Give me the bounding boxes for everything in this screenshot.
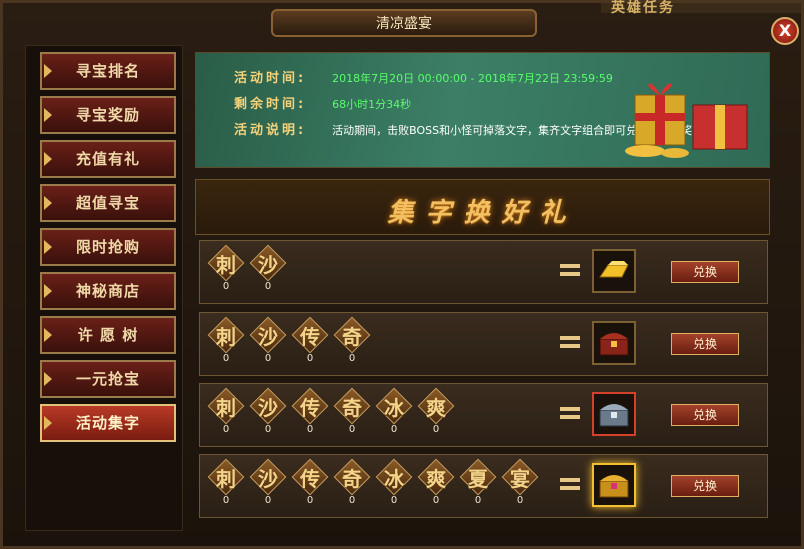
- exchange-button[interactable]: 兑换: [671, 475, 739, 497]
- exchange-row: 刺0 沙0 兑换: [199, 240, 768, 304]
- exchange-row: 刺0 沙0 传0 奇0 兑换: [199, 312, 768, 376]
- exchange-row: 刺0 沙0 传0 奇0 冰0 爽0 兑换: [199, 383, 768, 447]
- equals-icon: [560, 335, 580, 349]
- sidebar-item-flash-sale[interactable]: 限时抢购: [40, 228, 176, 266]
- remaining-time-row: 剩余时间: 68小时1分34秒: [234, 93, 411, 112]
- exchange-button[interactable]: 兑换: [671, 404, 739, 426]
- sidebar-item-value-treasure[interactable]: 超值寻宝: [40, 184, 176, 222]
- sidebar-item-mystery-shop[interactable]: 神秘商店: [40, 272, 176, 310]
- sidebar-item-wishing-tree[interactable]: 许 愿 树: [40, 316, 176, 354]
- word-tile: 沙0: [249, 316, 287, 365]
- sidebar-item-recharge-gift[interactable]: 充值有礼: [40, 140, 176, 178]
- event-banner: 集字换好礼: [195, 179, 770, 235]
- sidebar-item-collect-words[interactable]: 活动集字: [40, 404, 176, 442]
- close-button[interactable]: X: [771, 17, 799, 45]
- banner-title: 集字换好礼: [387, 198, 578, 228]
- sidebar-item-treasure-reward[interactable]: 寻宝奖励: [40, 96, 176, 134]
- word-tile: 刺0: [207, 387, 245, 436]
- sidebar-item-treasure-ranking[interactable]: 寻宝排名: [40, 52, 176, 90]
- word-tile: 传0: [291, 316, 329, 365]
- event-info-panel: 活动时间: 2018年7月20日 00:00:00 - 2018年7月22日 2…: [195, 52, 770, 168]
- equals-icon: [560, 263, 580, 277]
- word-tile: 沙0: [249, 387, 287, 436]
- exchange-button[interactable]: 兑换: [671, 333, 739, 355]
- gold-ingot-icon[interactable]: [592, 249, 636, 293]
- word-tile: 沙0: [249, 458, 287, 507]
- word-tile: 奇0: [333, 458, 371, 507]
- silver-chest-icon[interactable]: [592, 392, 636, 436]
- event-time-label: 活动时间:: [234, 71, 307, 86]
- word-tile: 沙0: [249, 244, 287, 293]
- word-tile: 奇0: [333, 316, 371, 365]
- word-tile: 刺0: [207, 458, 245, 507]
- background-title: 英雄任务: [611, 0, 675, 16]
- word-tile: 奇0: [333, 387, 371, 436]
- event-time-value: 2018年7月20日 00:00:00 - 2018年7月22日 23:59:5…: [332, 72, 613, 85]
- remaining-time-value: 68小时1分34秒: [332, 98, 412, 111]
- event-desc-label: 活动说明:: [234, 123, 307, 138]
- word-tile: 传0: [291, 387, 329, 436]
- word-tile: 传0: [291, 458, 329, 507]
- equals-icon: [560, 406, 580, 420]
- word-tile: 刺0: [207, 244, 245, 293]
- word-tile: 爽0: [417, 387, 455, 436]
- sidebar: 寻宝排名 寻宝奖励 充值有礼 超值寻宝 限时抢购 神秘商店 许 愿 树 一元抢宝…: [25, 45, 183, 531]
- word-tile: 冰0: [375, 387, 413, 436]
- word-tile: 夏0: [459, 458, 497, 507]
- word-tile: 刺0: [207, 316, 245, 365]
- red-chest-icon[interactable]: [592, 321, 636, 365]
- equals-icon: [560, 477, 580, 491]
- word-tile: 冰0: [375, 458, 413, 507]
- gift-box-icon: [625, 83, 748, 158]
- remaining-time-label: 剩余时间:: [234, 97, 307, 112]
- word-tile: 宴0: [501, 458, 539, 507]
- exchange-button[interactable]: 兑换: [671, 261, 739, 283]
- window-title: 清凉盛宴: [271, 9, 537, 37]
- event-window: 英雄任务 清凉盛宴 X 寻宝排名 寻宝奖励 充值有礼 超值寻宝 限时抢购 神秘商…: [0, 0, 804, 549]
- exchange-row: 刺0 沙0 传0 奇0 冰0 爽0 夏0 宴0 兑换: [199, 454, 768, 518]
- sidebar-item-one-yuan-grab[interactable]: 一元抢宝: [40, 360, 176, 398]
- golden-chest-icon[interactable]: [592, 463, 636, 507]
- word-tile: 爽0: [417, 458, 455, 507]
- event-time-row: 活动时间: 2018年7月20日 00:00:00 - 2018年7月22日 2…: [234, 67, 613, 86]
